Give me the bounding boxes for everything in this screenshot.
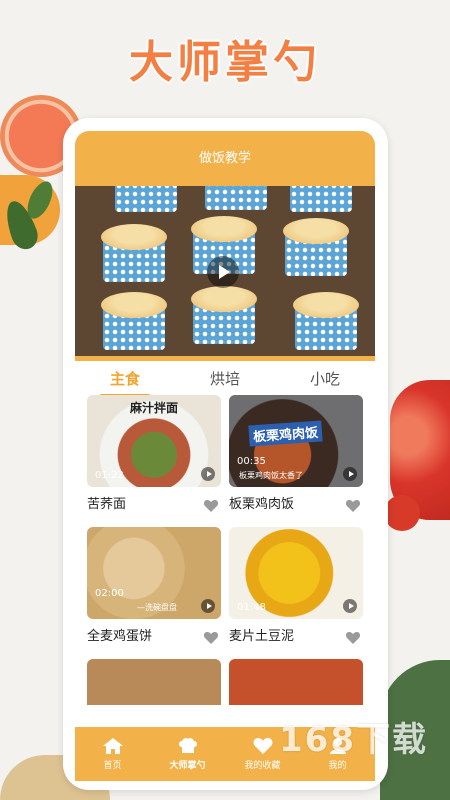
thumbnail-caption: 麻汁拌面 bbox=[129, 401, 178, 415]
play-icon bbox=[343, 599, 357, 613]
tab-staple[interactable]: 主食 bbox=[99, 364, 151, 397]
recipe-card[interactable]: 板栗鸡肉饭 板栗鸡肉饭太香了 00:35 板栗鸡肉饭 bbox=[229, 395, 363, 512]
thumbnail-subtitle: 板栗鸡肉饭太香了 bbox=[239, 471, 303, 480]
recipe-card[interactable]: 01:48 麦片土豆泥 bbox=[229, 527, 363, 644]
heart-icon[interactable] bbox=[345, 499, 361, 513]
heart-icon[interactable] bbox=[345, 631, 361, 645]
heart-icon bbox=[253, 738, 272, 754]
recipe-card[interactable]: —洗碗盘盘 02:00 全麦鸡蛋饼 bbox=[87, 527, 221, 644]
thumbnail-subtitle: —洗碗盘盘 bbox=[137, 603, 177, 612]
recipe-card[interactable]: 麻汁拌面 01:22 苦荞面 bbox=[87, 395, 221, 512]
phone-frame: 做饭教学 主食 烘培 小吃 麻汁拌面 01:22 苦荞面 板栗鸡肉饭 板栗鸡肉饭… bbox=[63, 118, 388, 790]
play-icon bbox=[201, 467, 215, 481]
recipe-card[interactable] bbox=[87, 659, 221, 705]
video-duration: 02:00 bbox=[95, 588, 124, 599]
play-icon bbox=[343, 467, 357, 481]
recipe-title: 板栗鸡肉饭 bbox=[229, 497, 295, 512]
video-duration: 00:35 bbox=[237, 456, 266, 467]
featured-video[interactable] bbox=[75, 186, 375, 356]
tabbar-item-home[interactable]: 首页 bbox=[78, 737, 148, 771]
page-title: 做饭教学 bbox=[75, 131, 375, 186]
tabbar-item-master-chef[interactable]: 大师掌勺 bbox=[153, 737, 223, 771]
recipe-thumbnail[interactable] bbox=[229, 659, 363, 705]
tab-snacks[interactable]: 小吃 bbox=[304, 364, 346, 393]
category-tabs: 主食 烘培 小吃 bbox=[75, 361, 375, 397]
tabbar-label: 大师掌勺 bbox=[169, 761, 206, 771]
tomato-decoration bbox=[384, 495, 420, 531]
heart-icon[interactable] bbox=[203, 499, 219, 513]
video-duration: 01:22 bbox=[95, 470, 124, 481]
play-icon bbox=[201, 599, 215, 613]
home-icon bbox=[102, 738, 123, 754]
thumbnail-caption: 板栗鸡肉饭 bbox=[248, 420, 323, 447]
recipe-title: 麦片土豆泥 bbox=[229, 629, 295, 644]
recipe-thumbnail[interactable]: —洗碗盘盘 02:00 bbox=[87, 527, 221, 619]
play-button[interactable] bbox=[207, 256, 239, 288]
banner-title: 大师掌勺 bbox=[129, 37, 321, 88]
tabbar-label: 首页 bbox=[103, 761, 122, 771]
recipe-thumbnail[interactable]: 麻汁拌面 01:22 bbox=[87, 395, 221, 487]
recipe-grid: 麻汁拌面 01:22 苦荞面 板栗鸡肉饭 板栗鸡肉饭太香了 00:35 板栗鸡肉… bbox=[75, 395, 375, 705]
tab-baking[interactable]: 烘培 bbox=[204, 364, 246, 393]
recipe-title: 全麦鸡蛋饼 bbox=[87, 629, 153, 644]
recipe-title: 苦荞面 bbox=[87, 497, 127, 512]
recipe-thumbnail[interactable] bbox=[87, 659, 221, 705]
tabbar-label: 我的收藏 bbox=[244, 761, 281, 771]
watermark: 168下载 bbox=[279, 720, 428, 760]
video-duration: 01:48 bbox=[237, 602, 266, 613]
recipe-thumbnail[interactable]: 板栗鸡肉饭 板栗鸡肉饭太香了 00:35 bbox=[229, 395, 363, 487]
recipe-thumbnail[interactable]: 01:48 bbox=[229, 527, 363, 619]
recipe-card[interactable] bbox=[229, 659, 363, 705]
app-screen: 做饭教学 主食 烘培 小吃 麻汁拌面 01:22 苦荞面 板栗鸡肉饭 板栗鸡肉饭… bbox=[75, 131, 375, 781]
heart-icon[interactable] bbox=[203, 631, 219, 645]
chef-hat-icon bbox=[178, 737, 197, 753]
